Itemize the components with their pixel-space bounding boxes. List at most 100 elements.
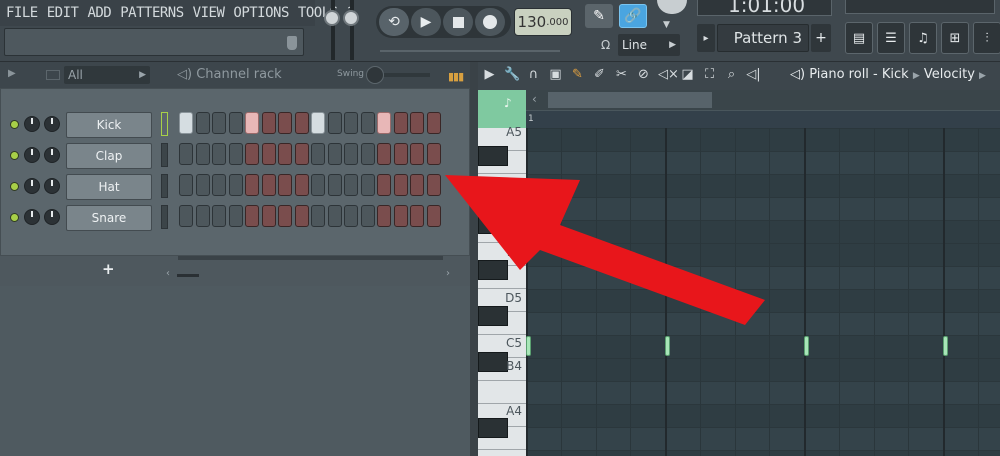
step-button[interactable] [377, 143, 391, 165]
piano-black-key[interactable] [478, 418, 508, 438]
channel-select-indicator[interactable] [161, 112, 168, 136]
triangle-down-icon[interactable]: ▼ [663, 20, 670, 30]
add-channel-button[interactable]: + [102, 260, 115, 278]
step-button[interactable] [195, 143, 210, 165]
menu-patterns[interactable]: PATTERNS [120, 5, 184, 21]
channel-name-button[interactable]: Snare [66, 205, 152, 231]
graph-editor-icon[interactable]: ▮▮▮ [448, 70, 464, 83]
panel-divider[interactable] [470, 62, 478, 456]
step-scroll-thumb[interactable] [177, 274, 199, 277]
metronome-icon[interactable] [657, 0, 687, 14]
channel-select-indicator[interactable] [161, 174, 168, 198]
horizontal-scroll-thumb[interactable] [548, 92, 712, 108]
stamp-icon[interactable]: ▣ [548, 67, 563, 82]
link-button[interactable]: 🔗 [619, 4, 647, 28]
step-button[interactable] [426, 143, 441, 165]
note-grid[interactable] [526, 128, 1000, 456]
step-button[interactable] [261, 174, 276, 196]
step-button[interactable] [179, 205, 193, 227]
step-button[interactable] [327, 174, 342, 196]
step-button[interactable] [228, 143, 243, 165]
channel-name-button[interactable]: Kick [66, 112, 152, 138]
menu-options[interactable]: OPTIONS [233, 5, 289, 21]
tempo-display[interactable]: 130.000 [514, 8, 572, 36]
step-button[interactable] [195, 205, 210, 227]
note[interactable] [943, 336, 948, 356]
step-button[interactable] [311, 174, 325, 196]
piano-black-key[interactable] [478, 352, 508, 372]
step-button[interactable] [278, 143, 292, 165]
step-button[interactable] [327, 143, 342, 165]
menu-file[interactable]: FILE [6, 5, 38, 21]
eraser-icon[interactable]: ✂ [614, 67, 629, 82]
step-button[interactable] [228, 112, 243, 134]
browser-button[interactable]: ☰ [877, 22, 905, 54]
step-button[interactable] [410, 174, 424, 196]
step-button[interactable] [344, 143, 358, 165]
channel-name-button[interactable]: Hat [66, 174, 152, 200]
channel-mute-led[interactable] [10, 151, 19, 160]
step-button[interactable] [327, 112, 342, 134]
add-pattern-button[interactable]: + [811, 24, 831, 52]
step-button[interactable] [393, 112, 408, 134]
step-button[interactable] [179, 112, 193, 134]
step-button[interactable] [278, 205, 292, 227]
master-pitch-knob[interactable] [343, 10, 359, 26]
playlist-button[interactable]: ▤ [845, 22, 873, 54]
step-button[interactable] [327, 205, 342, 227]
channel-filter-select[interactable]: All ▶ [64, 66, 150, 84]
channel-pan-knob[interactable] [24, 178, 40, 194]
master-volume-track[interactable] [331, 0, 335, 60]
draw-button[interactable]: ✎ [585, 4, 613, 28]
piano-black-key[interactable] [478, 146, 508, 166]
step-button[interactable] [410, 112, 424, 134]
step-button[interactable] [261, 205, 276, 227]
step-button[interactable] [294, 112, 309, 134]
step-button[interactable] [212, 205, 226, 227]
step-button[interactable] [245, 174, 259, 196]
step-button[interactable] [294, 143, 309, 165]
step-button[interactable] [377, 112, 391, 134]
piano-white-key[interactable] [478, 450, 526, 456]
chevron-right-icon[interactable]: ▶ [482, 67, 497, 82]
channel-name-button[interactable]: Clap [66, 143, 152, 169]
scroll-left-icon[interactable]: ‹ [166, 268, 170, 279]
step-button[interactable] [393, 205, 408, 227]
channel-volume-knob[interactable] [44, 178, 60, 194]
step-button[interactable] [344, 112, 358, 134]
note[interactable] [804, 336, 809, 356]
step-button[interactable] [426, 174, 441, 196]
channel-mute-led[interactable] [10, 120, 19, 129]
magnet-icon[interactable]: ∩ [526, 67, 541, 82]
piano-roll-target[interactable]: Velocity [924, 67, 975, 82]
channel-volume-knob[interactable] [44, 209, 60, 225]
channel-pan-knob[interactable] [24, 147, 40, 163]
step-button[interactable] [261, 112, 276, 134]
slice-icon[interactable]: ◪ [680, 67, 695, 82]
select-icon[interactable]: ⛶ [702, 67, 717, 82]
snap-select[interactable]: Line ▶ [618, 34, 680, 56]
step-button[interactable] [344, 174, 358, 196]
step-button[interactable] [278, 112, 292, 134]
step-button[interactable] [410, 205, 424, 227]
channel-select-indicator[interactable] [161, 205, 168, 229]
note[interactable] [526, 336, 531, 356]
step-button[interactable] [179, 143, 193, 165]
paint-icon[interactable]: ✐ [592, 67, 607, 82]
step-button[interactable] [245, 143, 259, 165]
step-button[interactable] [245, 205, 259, 227]
mixer-button[interactable]: ⫶ [973, 22, 1000, 54]
step-button[interactable] [410, 143, 424, 165]
wrench-icon[interactable]: 🔧 [504, 67, 520, 82]
step-button[interactable] [377, 174, 391, 196]
step-button[interactable] [377, 205, 391, 227]
piano-black-key[interactable] [478, 260, 508, 280]
delete-icon[interactable]: ⊘ [636, 67, 651, 82]
record-button[interactable] [475, 8, 505, 36]
mute-icon[interactable]: ◁× [658, 67, 679, 82]
menu-add[interactable]: ADD [87, 5, 111, 21]
step-button[interactable] [212, 174, 226, 196]
step-button[interactable] [360, 174, 375, 196]
channel-pan-knob[interactable] [24, 116, 40, 132]
timeline-ruler[interactable]: 1 [526, 110, 1000, 128]
